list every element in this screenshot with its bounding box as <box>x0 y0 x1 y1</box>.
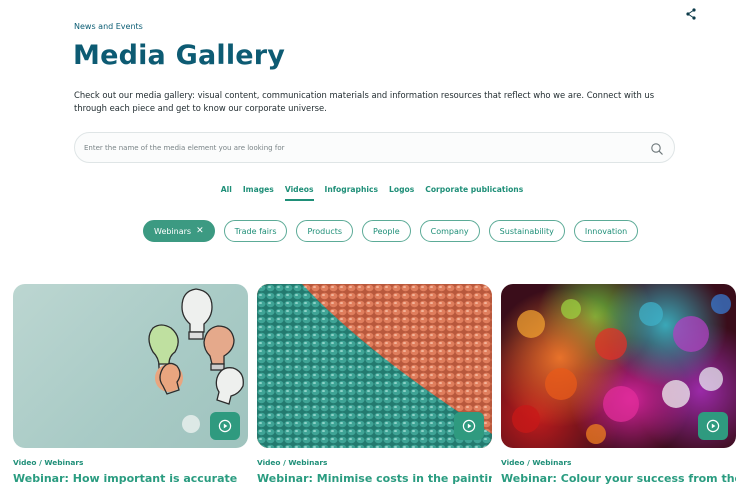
chip-people[interactable]: People <box>362 220 411 242</box>
filter-chips: Webinars ✕ Trade fairs Products People C… <box>143 220 639 242</box>
chip-company[interactable]: Company <box>419 220 480 242</box>
tab-videos[interactable]: Videos <box>284 185 314 201</box>
search-bar <box>74 132 675 163</box>
tab-logos[interactable]: Logos <box>389 185 414 201</box>
card-category: Video / Webinars <box>257 458 328 467</box>
card-title[interactable]: Webinar: Colour your success from the st… <box>501 472 736 485</box>
media-card[interactable]: Video / Webinars Webinar: Minimise costs… <box>257 284 492 485</box>
play-icon[interactable] <box>210 412 240 440</box>
chip-label: Innovation <box>584 226 628 236</box>
video-thumbnail[interactable] <box>501 284 736 448</box>
card-category: Video / Webinars <box>501 458 572 467</box>
chip-products[interactable]: Products <box>296 220 354 242</box>
tab-images[interactable]: Images <box>243 185 274 201</box>
chip-webinars[interactable]: Webinars ✕ <box>143 220 215 242</box>
chip-label: Company <box>430 226 469 236</box>
intro-text: Check out our media gallery: visual cont… <box>74 90 655 113</box>
chip-label: Sustainability <box>499 226 554 236</box>
play-icon[interactable] <box>698 412 728 440</box>
search-icon[interactable] <box>650 141 664 155</box>
play-icon[interactable] <box>454 412 484 440</box>
card-category: Video / Webinars <box>13 458 84 467</box>
card-title[interactable]: Webinar: How important is accurate <box>13 472 248 485</box>
chip-trade-fairs[interactable]: Trade fairs <box>223 220 288 242</box>
tab-corporate-publications[interactable]: Corporate publications <box>425 185 523 201</box>
video-thumbnail[interactable] <box>13 284 248 448</box>
chip-innovation[interactable]: Innovation <box>573 220 639 242</box>
card-title[interactable]: Webinar: Minimise costs in the painting <box>257 472 492 485</box>
close-icon[interactable]: ✕ <box>196 226 204 236</box>
chip-label: Products <box>307 226 343 236</box>
search-input[interactable] <box>84 141 644 155</box>
chip-label: Webinars <box>154 226 192 236</box>
media-type-tabs: All Images Videos Infographics Logos Cor… <box>0 185 744 201</box>
page-title: Media Gallery <box>73 40 286 71</box>
chip-label: Trade fairs <box>234 226 277 236</box>
media-card[interactable]: Video / Webinars Webinar: How important … <box>13 284 248 485</box>
video-thumbnail[interactable] <box>257 284 492 448</box>
chip-label: People <box>373 226 400 236</box>
media-card[interactable]: Video / Webinars Webinar: Colour your su… <box>501 284 736 485</box>
breadcrumb[interactable]: News and Events <box>74 22 143 31</box>
share-icon[interactable] <box>684 6 698 20</box>
tab-all[interactable]: All <box>221 185 232 201</box>
chip-sustainability[interactable]: Sustainability <box>488 220 565 242</box>
tab-infographics[interactable]: Infographics <box>325 185 379 201</box>
